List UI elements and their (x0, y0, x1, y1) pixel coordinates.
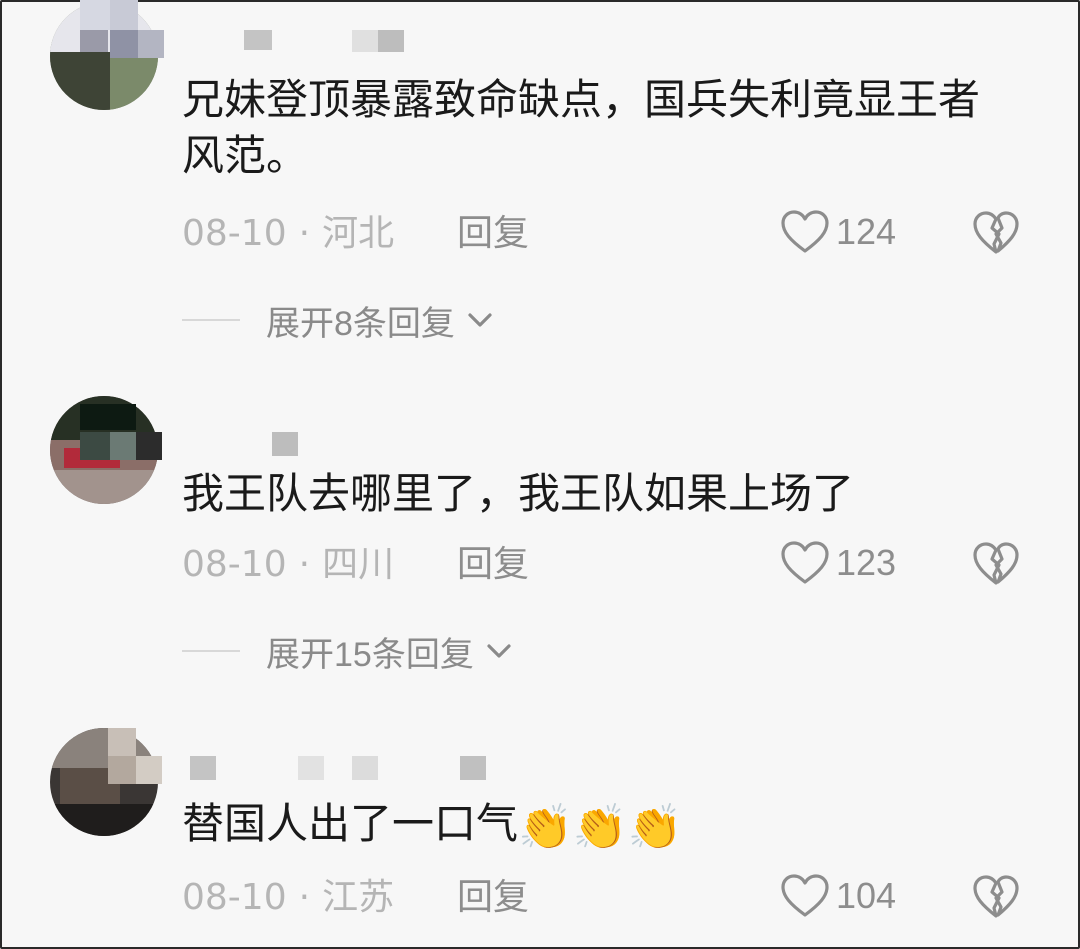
broken-heart-icon[interactable] (972, 210, 1020, 256)
username-mosaic (108, 728, 136, 756)
comment-text: 我王队去哪里了，我王队如果上场了 (182, 469, 855, 518)
comment-meta: 08-10 · 河北 (182, 213, 395, 254)
comment-text-body: 替国人出了一口气 (182, 799, 519, 848)
like-count: 123 (836, 542, 897, 583)
like-button[interactable]: 123 (780, 539, 896, 587)
broken-heart-icon[interactable] (972, 541, 1020, 587)
expand-replies-label: 展开8条回复 (266, 304, 455, 343)
heart-outline-icon (781, 541, 829, 584)
comment-location: 江苏 (322, 877, 395, 918)
expand-replies[interactable]: 展开8条回复 (182, 298, 495, 343)
comment-date: 08-10 (182, 544, 287, 585)
username-mosaic (80, 404, 136, 430)
expand-replies-label: 展开15条回复 (266, 635, 474, 674)
broken-heart-icon[interactable] (972, 874, 1020, 920)
like-button[interactable]: 104 (780, 872, 896, 920)
clapping-hands-emoji: 👏👏👏 (518, 802, 683, 853)
reply-button[interactable]: 回复 (457, 543, 529, 587)
comment-text: 替国人出了一口气👏👏👏 (182, 796, 1010, 856)
comment-date: 08-10 (182, 877, 287, 918)
divider (182, 319, 240, 321)
chevron-down-icon (468, 313, 492, 327)
like-button[interactable]: 124 (780, 208, 896, 256)
like-count: 104 (836, 875, 897, 916)
expand-replies[interactable]: 展开15条回复 (182, 629, 514, 674)
comment-text: 兄妹登顶暴露致命缺点，国兵失利竟显王者风范。 (182, 75, 981, 180)
like-count: 124 (836, 211, 897, 252)
chevron-down-icon (487, 644, 511, 658)
comment-meta: 08-10 · 江苏 (182, 877, 395, 918)
username-mosaic (80, 0, 110, 30)
reply-button[interactable]: 回复 (457, 876, 529, 920)
comment-meta: 08-10 · 四川 (182, 544, 395, 585)
comment-location: 四川 (322, 544, 395, 585)
heart-outline-icon (781, 874, 829, 917)
comment-date: 08-10 (182, 213, 287, 254)
reply-button[interactable]: 回复 (457, 212, 529, 256)
divider (182, 650, 240, 652)
heart-outline-icon (781, 210, 829, 253)
comment-location: 河北 (322, 213, 395, 254)
